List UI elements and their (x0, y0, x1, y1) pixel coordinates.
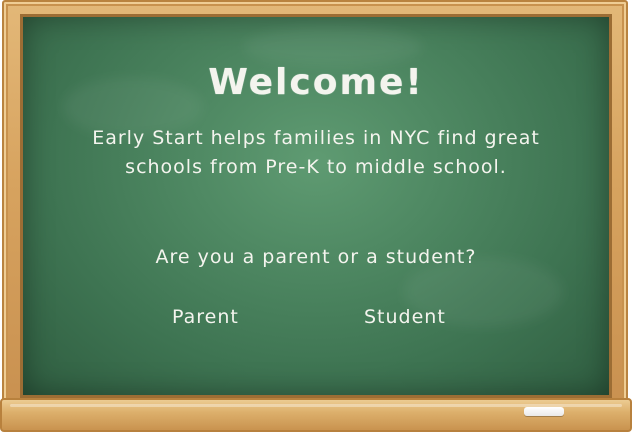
role-question: Are you a parent or a student? (155, 246, 477, 268)
parent-button[interactable]: Parent (172, 306, 239, 328)
page-title: Welcome! (208, 62, 424, 103)
welcome-panel: Welcome! Early Start helps families in N… (20, 14, 612, 398)
student-button[interactable]: Student (364, 306, 446, 328)
role-choices: Parent Student (20, 306, 612, 332)
intro-text: Early Start helps families in NYC find g… (92, 127, 540, 178)
chalkboard-scene: Welcome! Early Start helps families in N… (0, 0, 632, 432)
chalk-icon (524, 407, 564, 416)
